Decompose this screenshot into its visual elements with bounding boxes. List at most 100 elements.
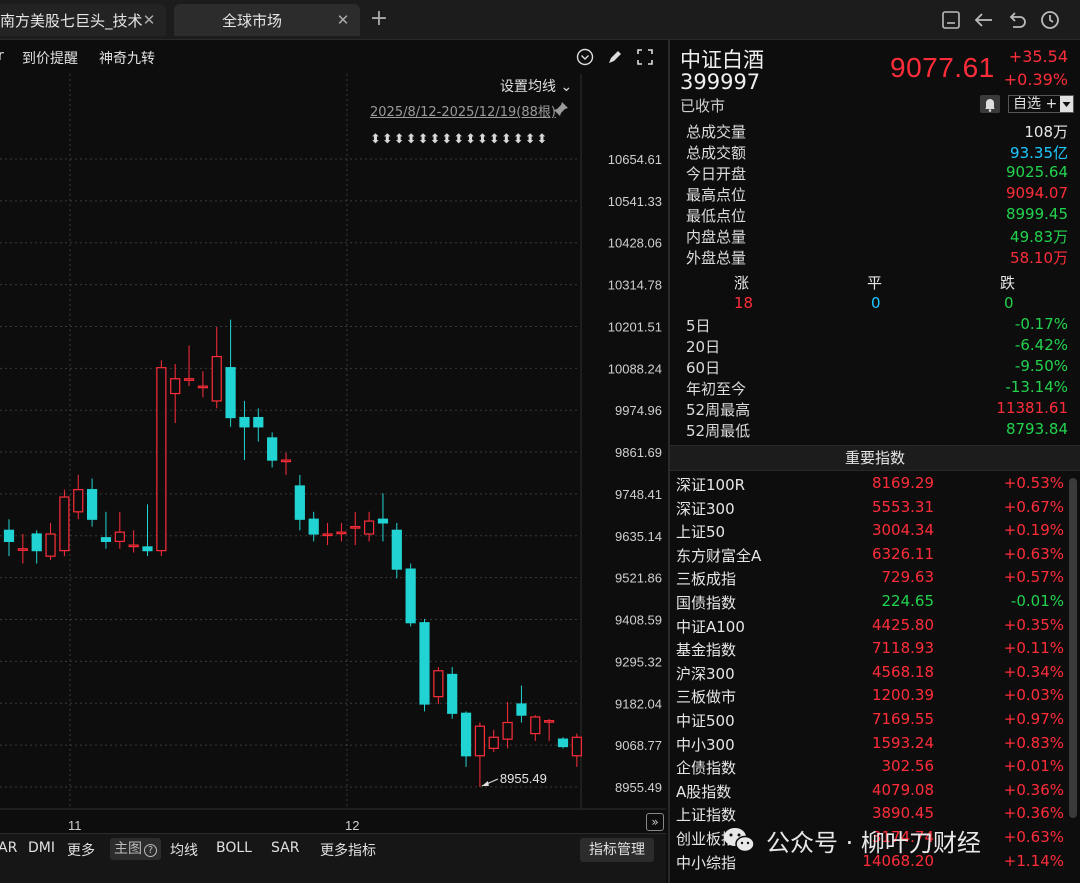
pen-icon[interactable] (606, 48, 624, 66)
close-icon[interactable]: ✕ (334, 10, 352, 30)
index-row[interactable]: 沪深300 4568.18 +0.34% (670, 661, 1080, 684)
indicator-ma[interactable]: 均线 (170, 840, 198, 860)
y-tick-label: 9182.04 (615, 696, 662, 711)
chevron-down-icon[interactable] (1060, 96, 1073, 112)
indices-section-title[interactable]: 重要指数 (670, 445, 1080, 471)
candle-body (253, 416, 264, 428)
undo-icon[interactable] (1006, 9, 1028, 31)
nine-turn-button[interactable]: 神奇九转 (99, 48, 155, 68)
index-change-pct: +0.03% (1003, 686, 1064, 705)
stat-row: 最高点位 9094.07 (670, 183, 1080, 204)
scrollbar[interactable] (1069, 478, 1077, 818)
ma-settings-button[interactable]: 设置均线 ⌄ (500, 76, 572, 96)
period-row: 52周最高 11381.61 (670, 398, 1080, 419)
stock-price: 9077.61 (890, 52, 995, 83)
candle-body (447, 673, 458, 714)
index-row[interactable]: 中证500 7169.55 +0.97% (670, 708, 1080, 731)
index-row[interactable]: 基金指数 7118.93 +0.11% (670, 637, 1080, 660)
candle-body (571, 736, 582, 757)
index-price: 8169.29 (871, 474, 934, 492)
index-row[interactable]: 中小300 1593.24 +0.83% (670, 732, 1080, 755)
chevron-down-circle-icon[interactable] (576, 48, 594, 66)
index-price: 4568.18 (871, 662, 934, 681)
index-row[interactable]: 三板成指 729.63 +0.57% (670, 566, 1080, 589)
index-row[interactable]: A股指数 4079.08 +0.36% (670, 779, 1080, 802)
index-row[interactable]: 深证300 5553.31 +0.67% (670, 496, 1080, 519)
index-row[interactable]: 三板做市 1200.39 +0.03% (670, 684, 1080, 707)
index-row[interactable]: 东方财富全A 6326.11 +0.63% (670, 543, 1080, 566)
x-axis: 11 12 (68, 818, 359, 833)
tab-nanfang[interactable]: 南方美股七巨头_技术 ✕ (0, 4, 166, 36)
indicator-manage-button[interactable]: 指标管理 (580, 838, 654, 862)
period-row: 年初至今 -13.14% (670, 377, 1080, 398)
index-price: 3890.45 (871, 804, 934, 823)
breadth-up-count: 18 (734, 294, 754, 312)
candle-body (3, 529, 15, 542)
candle-body (31, 533, 42, 552)
market-status: 已收市 (680, 97, 726, 115)
index-row[interactable]: 国债指数 224.65 -0.01% (670, 590, 1080, 613)
index-change-pct: +0.35% (1003, 615, 1064, 634)
index-change-pct: +0.36% (1003, 804, 1064, 823)
more-indicators-button[interactable]: 更多指标 (320, 840, 376, 860)
back-icon[interactable] (973, 9, 995, 31)
main-chart-button[interactable]: 主图? (110, 838, 161, 860)
y-tick-label: 10314.78 (608, 278, 662, 293)
stat-label: 总成交额 (686, 144, 747, 162)
index-name: 深证300 (676, 499, 735, 518)
stat-value: 8999.45 (1005, 205, 1068, 223)
fullscreen-icon[interactable] (636, 48, 654, 66)
candle-body (502, 721, 513, 740)
history-icon[interactable] (1039, 9, 1061, 31)
help-icon[interactable]: ? (144, 844, 157, 857)
stat-row: 外盘总量 58.10万 (670, 246, 1080, 267)
period-label: 年初至今 (686, 380, 747, 398)
y-tick-label: 10541.33 (608, 194, 662, 209)
index-row[interactable]: 中证A100 4425.80 +0.35% (670, 614, 1080, 637)
index-change-pct: +0.36% (1003, 780, 1064, 799)
candle-body (59, 496, 70, 552)
index-price: 729.63 (881, 568, 935, 587)
stock-change-pct: +0.39% (1003, 70, 1068, 89)
candle-body (114, 531, 125, 542)
stat-value: 58.10万 (1010, 249, 1068, 267)
candle-body (530, 716, 541, 735)
watchlist-label: 自选 + (1013, 96, 1058, 112)
stat-label: 最低点位 (686, 207, 747, 225)
period-row: 60日 -9.50% (670, 356, 1080, 377)
quote-panel: 中证白酒 399997 9077.61 +35.54 +0.39% 已收市 自选… (668, 40, 1080, 883)
candle-body (211, 355, 222, 402)
price-alert-button[interactable]: 到价提醒 (22, 48, 78, 68)
date-range-label[interactable]: 2025/8/12-2025/12/19(88根) (370, 101, 556, 120)
index-change-pct: +0.19% (1003, 521, 1064, 540)
candle-body (364, 520, 375, 535)
candle-body (17, 548, 28, 551)
period-value: -6.42% (1014, 336, 1068, 354)
index-price: 4425.80 (871, 615, 934, 634)
x-tick-label: 11 (68, 818, 82, 833)
index-row[interactable]: 深证100R 8169.29 +0.53% (670, 472, 1080, 495)
y-tick-label: 9408.59 (615, 613, 662, 628)
index-change-pct: -0.01% (1010, 592, 1064, 610)
chart-toolbar: r 到价提醒 神奇九转 (0, 40, 666, 74)
indicator-sar-partial[interactable]: AR (0, 840, 17, 856)
add-tab-icon[interactable]: + (368, 8, 390, 32)
candles (3, 319, 582, 787)
candlestick-chart[interactable]: 10654.61 10541.33 10428.06 10314.78 10201.51… (0, 74, 666, 833)
event-markers[interactable]: ⬍⬍⬍⬍⬍⬍⬍⬍⬍⬍⬍⬍⬍⬍⬍ (370, 132, 548, 147)
index-row[interactable]: 企债指数 302.56 +0.01% (670, 755, 1080, 778)
indicator-dmi[interactable]: DMI (28, 840, 55, 856)
index-row[interactable]: 上证50 3004.34 +0.19% (670, 519, 1080, 542)
indicator-more[interactable]: 更多 (67, 840, 95, 860)
pin-icon[interactable] (553, 101, 569, 117)
indicator-sar[interactable]: SAR (271, 840, 299, 856)
tab-global-market[interactable]: 全球市场 ✕ (174, 4, 360, 36)
indicator-boll[interactable]: BOLL (216, 840, 252, 856)
toolbar-item-partial[interactable]: r (0, 48, 4, 64)
breadth-flat-label: 平 (867, 274, 883, 292)
bell-icon[interactable] (980, 95, 1000, 113)
close-icon[interactable]: ✕ (140, 10, 158, 30)
y-tick-label: 8955.49 (615, 780, 662, 795)
expand-arrow-icon[interactable]: » (646, 813, 664, 831)
window-icon[interactable] (940, 9, 962, 31)
